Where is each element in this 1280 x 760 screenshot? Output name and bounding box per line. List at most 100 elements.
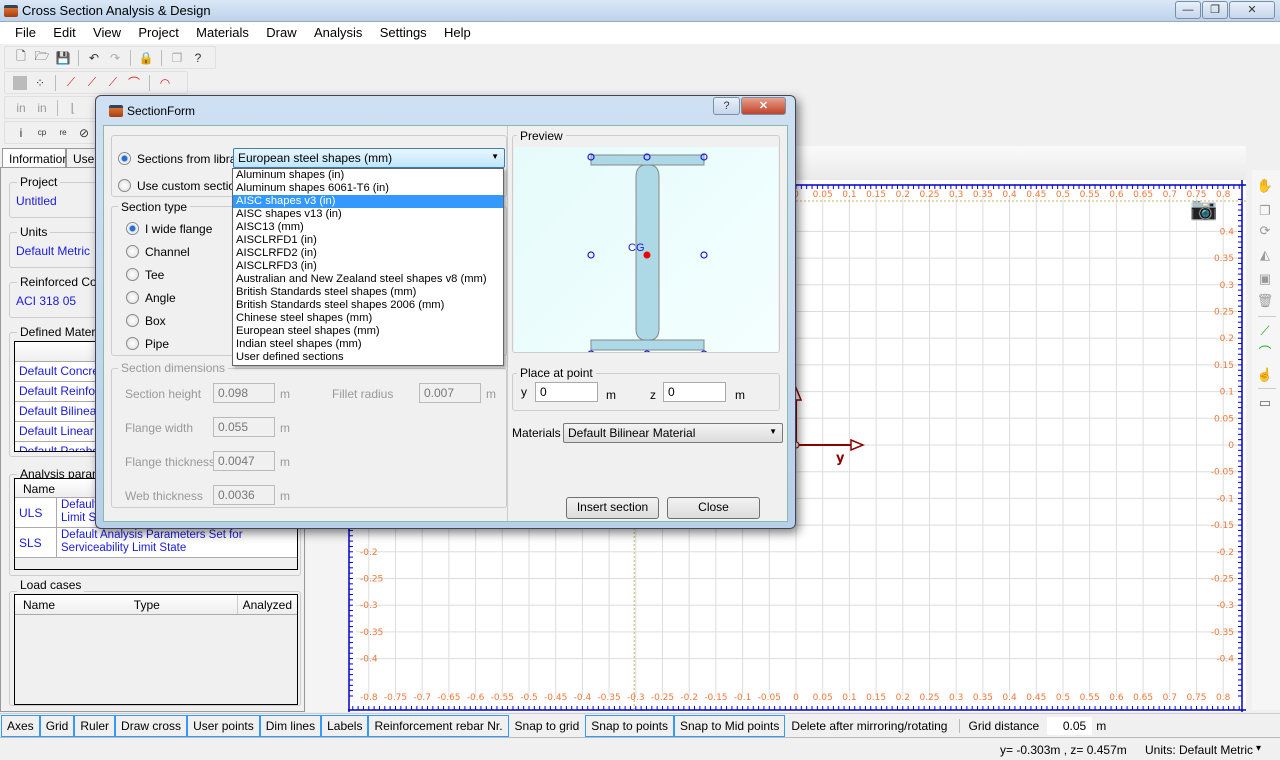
delete-trash-icon[interactable]: 🗑	[1256, 292, 1274, 310]
menu-materials[interactable]: Materials	[189, 22, 256, 43]
camera-icon[interactable]: 📷	[1190, 196, 1217, 222]
pan-hand-icon[interactable]: ✋	[1256, 177, 1274, 195]
tab-information[interactable]: Information	[2, 148, 69, 168]
library-option[interactable]: Indian steel shapes (mm)	[233, 338, 503, 351]
library-option[interactable]: AISC shapes v3 (in)	[233, 195, 503, 208]
library-option[interactable]: Australian and New Zealand steel shapes …	[233, 273, 503, 286]
library-radio[interactable]	[118, 152, 131, 165]
grid-fill-icon[interactable]	[13, 75, 27, 90]
draw-line-icon[interactable]: ⟋	[1256, 322, 1274, 340]
lock-icon[interactable]: 🔒	[138, 50, 154, 66]
draw-arc-icon[interactable]: ⌒	[1256, 344, 1274, 362]
menu-draw[interactable]: Draw	[259, 22, 303, 43]
type-label[interactable]: Channel	[145, 245, 190, 259]
menu-help[interactable]: Help	[437, 22, 478, 43]
library-option[interactable]: Aluminum shapes 6061-T6 (in)	[233, 182, 503, 195]
units-value[interactable]: Default Metric	[16, 244, 90, 258]
library-option[interactable]: Aluminum shapes (in)	[233, 169, 503, 182]
menu-analysis[interactable]: Analysis	[307, 22, 369, 43]
toggle-draw-cross[interactable]: Draw cross	[115, 714, 188, 737]
type-label[interactable]: Angle	[145, 291, 176, 305]
library-option[interactable]: Chinese steel shapes (mm)	[233, 312, 503, 325]
toggle-axes[interactable]: Axes	[1, 714, 40, 737]
y-input[interactable]: 0	[535, 382, 598, 402]
open-folder-icon[interactable]: 🗁	[34, 49, 50, 66]
type-radio-box[interactable]	[126, 314, 139, 327]
copy-icon[interactable]: ❐	[169, 50, 185, 66]
grid-distance-input[interactable]: 0.05	[1047, 716, 1093, 735]
mirror-icon[interactable]: ◭	[1256, 246, 1274, 264]
polyline-icon[interactable]: ⟋	[84, 75, 100, 91]
library-option[interactable]: British Standards steel shapes (mm)	[233, 286, 503, 299]
chevron-down-icon[interactable]: ▾	[1256, 743, 1261, 754]
col-name[interactable]: Name	[15, 595, 57, 614]
z-input[interactable]: 0	[663, 382, 726, 402]
library-option[interactable]: AISC shapes v13 (in)	[233, 208, 503, 221]
close-window-button[interactable]: ✕	[1229, 1, 1275, 19]
menu-settings[interactable]: Settings	[373, 22, 434, 43]
minimize-button[interactable]: —	[1175, 1, 1201, 19]
library-option[interactable]: User defined sections	[233, 351, 503, 364]
overlap-icon[interactable]: ▣	[1256, 270, 1274, 288]
close-button[interactable]: Close	[667, 497, 760, 519]
custom-radio[interactable]	[118, 179, 131, 192]
type-label[interactable]: Tee	[145, 268, 164, 282]
library-select[interactable]: European steel shapes (mm) ▼	[233, 148, 505, 168]
toggle-grid[interactable]: Grid	[39, 714, 75, 737]
toggle-reinforcement-rebar-nr[interactable]: Reinforcement rebar Nr.	[368, 714, 509, 737]
flange-thickness-input[interactable]: 0.0047	[213, 451, 275, 471]
library-option[interactable]: AISC13 (mm)	[233, 221, 503, 234]
type-radio-tee[interactable]	[126, 268, 139, 281]
toggle-snap-to-points[interactable]: Snap to points	[585, 714, 674, 737]
redo-icon[interactable]: ↷	[107, 50, 123, 66]
analysis-row[interactable]: SLS Default Analysis Parameters Set for …	[15, 528, 297, 558]
dialog-close-button[interactable]: ✕	[741, 97, 786, 115]
arc-icon[interactable]: ⌒	[126, 75, 142, 91]
custom-radio-label[interactable]: Use custom section	[137, 179, 242, 193]
insert-section-button[interactable]: Insert section	[566, 497, 659, 519]
info-doc-icon[interactable]: i	[13, 125, 29, 141]
toggle-dim-lines[interactable]: Dim lines	[259, 714, 322, 737]
flange-width-input[interactable]: 0.055	[213, 417, 275, 437]
library-option[interactable]: AISCLRFD3 (in)	[233, 260, 503, 273]
project-value[interactable]: Untitled	[16, 194, 57, 208]
help-document-icon[interactable]: ?	[190, 50, 206, 66]
cp-doc-icon[interactable]: cp	[34, 125, 50, 141]
library-radio-label[interactable]: Sections from library	[137, 152, 246, 166]
rotate-icon[interactable]: ⟳	[1256, 222, 1274, 240]
dialog-help-button[interactable]: ?	[713, 97, 740, 115]
type-label[interactable]: Pipe	[145, 337, 169, 351]
polyline-points-icon[interactable]: ⟋	[105, 75, 121, 91]
new-file-icon[interactable]: 🗋	[13, 49, 29, 66]
save-icon[interactable]: 💾	[55, 50, 71, 66]
section-height-input[interactable]: 0.098	[213, 383, 275, 403]
comment-icon[interactable]: ▭	[1256, 394, 1274, 412]
library-option[interactable]: European steel shapes (mm)	[233, 325, 503, 338]
toggle-ruler[interactable]: Ruler	[74, 714, 116, 737]
insert-a-icon[interactable]: in	[13, 100, 29, 116]
grid-points-icon[interactable]: ⁘	[32, 75, 48, 91]
menu-edit[interactable]: Edit	[46, 22, 82, 43]
col-analyzed[interactable]: Analyzed	[238, 595, 297, 614]
library-option[interactable]: AISCLRFD2 (in)	[233, 247, 503, 260]
curve-l-icon[interactable]: ⌊	[65, 100, 81, 116]
menu-view[interactable]: View	[86, 22, 128, 43]
web-thickness-input[interactable]: 0.0036	[213, 485, 275, 505]
type-radio-angle[interactable]	[126, 291, 139, 304]
toggle-user-points[interactable]: User points	[187, 714, 260, 737]
type-label[interactable]: I wide flange	[145, 222, 212, 236]
undo-icon[interactable]: ↶	[86, 50, 102, 66]
re-doc-icon[interactable]: re	[55, 125, 71, 141]
toggle-snap-to-grid[interactable]: Snap to grid	[508, 714, 586, 737]
line-icon[interactable]: ⟋	[63, 75, 79, 91]
type-radio-pipe[interactable]	[126, 337, 139, 350]
menu-project[interactable]: Project	[131, 22, 185, 43]
type-label[interactable]: Box	[145, 314, 166, 328]
units-status[interactable]: Units: Default Metric	[1145, 743, 1253, 757]
materials-select[interactable]: Default Bilinear Material ▼	[563, 423, 783, 443]
menu-file[interactable]: File	[8, 22, 43, 43]
library-option[interactable]: AISCLRFD1 (in)	[233, 234, 503, 247]
fillet-radius-input[interactable]: 0.007	[419, 383, 481, 403]
toggle-labels[interactable]: Labels	[321, 714, 369, 737]
pick-hand-icon[interactable]: ☝	[1256, 366, 1274, 384]
